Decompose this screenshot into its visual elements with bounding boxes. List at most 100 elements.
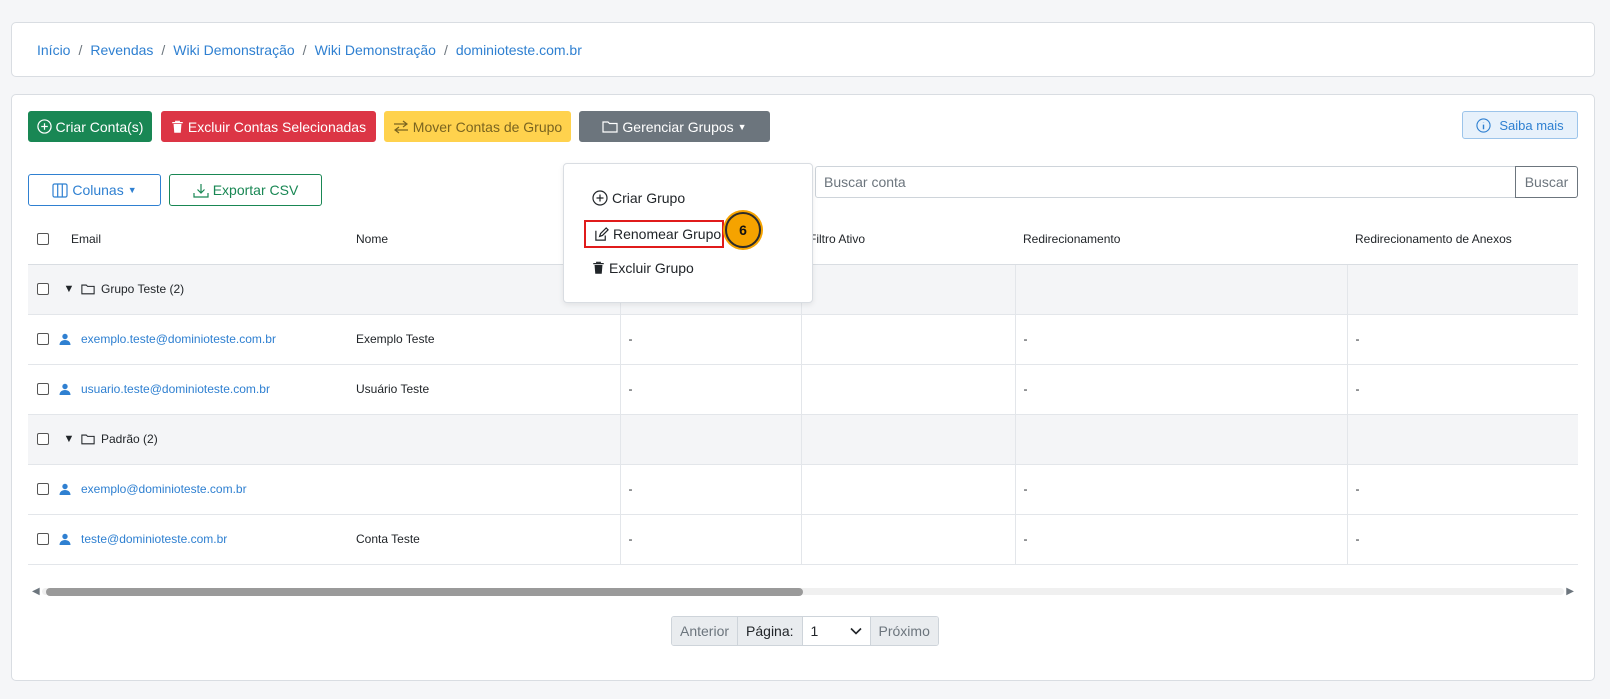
account-email[interactable]: teste@dominioteste.com.br [81, 532, 227, 546]
delete-selected-button[interactable]: Excluir Contas Selecionadas [161, 111, 376, 142]
row-checkbox[interactable] [37, 533, 49, 545]
caret-down-icon: ▼ [737, 121, 747, 132]
swap-arrows-icon [393, 120, 408, 133]
header-email-label: Email [71, 231, 102, 246]
group-checkbox[interactable] [37, 433, 49, 445]
delete-selected-label: Excluir Contas Selecionadas [187, 118, 367, 135]
account-column-3: - [620, 514, 802, 565]
export-csv-label: Exportar CSV [212, 182, 299, 198]
user-icon [59, 533, 71, 545]
group-checkbox[interactable] [37, 283, 49, 295]
plus-circle-icon [36, 119, 52, 134]
collapse-triangle-icon[interactable]: ▼ [63, 433, 75, 445]
breadcrumb-card: Início / Revendas / Wiki Demonstração / … [11, 22, 1595, 77]
search-input[interactable] [815, 166, 1516, 198]
group-row[interactable]: ▼ Padrão (2) [28, 414, 1578, 465]
account-redirect: - [1015, 514, 1348, 565]
row-checkbox[interactable] [37, 483, 49, 495]
account-redirect: - [1015, 464, 1348, 515]
account-column-3: - [620, 314, 802, 365]
pencil-square-icon [595, 226, 609, 241]
breadcrumb-wiki-2[interactable]: Wiki Demonstração [315, 42, 436, 58]
next-page-button[interactable]: Próximo [870, 617, 938, 645]
breadcrumb-separator: / [443, 42, 448, 58]
header-filtro-ativo[interactable]: Filtro Ativo [801, 214, 1015, 265]
account-name: Exemplo Teste [348, 314, 621, 365]
learn-more-button[interactable]: Saiba mais [1462, 111, 1578, 139]
account-redirect: - [1015, 314, 1348, 365]
user-icon [59, 383, 71, 395]
account-email[interactable]: exemplo@dominioteste.com.br [81, 482, 247, 496]
step-number-badge: 6 [725, 212, 761, 248]
user-icon [59, 483, 71, 495]
account-name: Conta Teste [348, 514, 621, 565]
breadcrumb-wiki-1[interactable]: Wiki Demonstração [173, 42, 294, 58]
move-accounts-label: Mover Contas de Grupo [412, 118, 563, 135]
folder-icon [81, 284, 95, 295]
columns-button[interactable]: Colunas ▼ [28, 174, 161, 206]
trash-icon [593, 261, 604, 274]
plus-circle-icon [592, 190, 608, 206]
account-redirect: - [1015, 364, 1348, 415]
header-email: Email [28, 214, 348, 265]
account-email[interactable]: usuario.teste@dominioteste.com.br [81, 382, 270, 396]
account-attachments-redirect: - [1347, 514, 1578, 565]
breadcrumb-domain[interactable]: dominioteste.com.br [456, 42, 582, 58]
user-icon [59, 333, 71, 345]
caret-down-icon: ▼ [127, 185, 137, 195]
breadcrumb-revendas[interactable]: Revendas [90, 42, 153, 58]
row-checkbox[interactable] [37, 383, 49, 395]
manage-groups-dropdown: Criar Grupo Renomear Grupo Excluir Grupo [563, 163, 813, 303]
account-filter [801, 464, 1016, 515]
breadcrumb: Início / Revendas / Wiki Demonstração / … [37, 42, 582, 58]
page-label: Página: [738, 617, 803, 645]
select-all-checkbox[interactable] [37, 232, 49, 245]
table-row[interactable]: teste@dominioteste.com.br Conta Teste - … [28, 514, 1578, 565]
prev-page-button[interactable]: Anterior [672, 617, 739, 645]
breadcrumb-separator: / [161, 42, 166, 58]
header-redirecionamento[interactable]: Redirecionamento [1015, 214, 1347, 265]
download-icon [193, 183, 209, 198]
page-select-value: 1 [810, 623, 819, 639]
dropdown-create-group[interactable]: Criar Grupo [592, 184, 685, 212]
breadcrumb-inicio[interactable]: Início [37, 42, 70, 58]
manage-groups-button[interactable]: Gerenciar Grupos ▼ [579, 111, 770, 142]
account-attachments-redirect: - [1347, 314, 1578, 365]
scroll-right-arrow-icon[interactable]: ▶ [1566, 586, 1574, 597]
account-filter [801, 364, 1016, 415]
move-accounts-button[interactable]: Mover Contas de Grupo [384, 111, 571, 142]
account-column-3: - [620, 464, 802, 515]
dropdown-rename-group[interactable]: Renomear Grupo [584, 220, 724, 248]
export-csv-button[interactable]: Exportar CSV [169, 174, 322, 206]
account-filter [801, 314, 1016, 365]
trash-icon [172, 120, 183, 133]
group-label: Padrão (2) [101, 432, 158, 446]
scrollbar-thumb[interactable] [46, 588, 803, 596]
create-group-label: Criar Grupo [612, 190, 686, 206]
scroll-left-arrow-icon[interactable]: ◀ [32, 586, 40, 597]
breadcrumb-separator: / [78, 42, 83, 58]
info-icon [1476, 117, 1491, 133]
dropdown-delete-group[interactable]: Excluir Grupo [592, 254, 694, 282]
account-name: Usuário Teste [348, 364, 621, 415]
table-row[interactable]: exemplo@dominioteste.com.br - - - [28, 464, 1578, 515]
horizontal-scrollbar[interactable]: ◀ ▶ [28, 585, 1578, 598]
search-button[interactable]: Buscar [1515, 166, 1578, 198]
create-account-label: Criar Conta(s) [55, 118, 144, 135]
account-column-3: - [620, 364, 802, 415]
table-row[interactable]: exemplo.teste@dominioteste.com.br Exempl… [28, 314, 1578, 365]
account-filter [801, 514, 1016, 565]
table-row[interactable]: usuario.teste@dominioteste.com.br Usuári… [28, 364, 1578, 415]
create-account-button[interactable]: Criar Conta(s) [28, 111, 152, 142]
folder-icon [602, 121, 618, 133]
header-redirecionamento-anexos[interactable]: Redirecionamento de Anexos [1347, 214, 1578, 265]
row-checkbox[interactable] [37, 333, 49, 345]
account-attachments-redirect: - [1347, 364, 1578, 415]
account-email[interactable]: exemplo.teste@dominioteste.com.br [81, 332, 276, 346]
chevron-down-icon [849, 627, 862, 635]
account-attachments-redirect: - [1347, 464, 1578, 515]
learn-more-label: Saiba mais [1499, 117, 1564, 133]
page-select[interactable]: 1 [802, 617, 871, 645]
columns-label: Colunas [72, 182, 124, 198]
collapse-triangle-icon[interactable]: ▼ [63, 283, 75, 295]
